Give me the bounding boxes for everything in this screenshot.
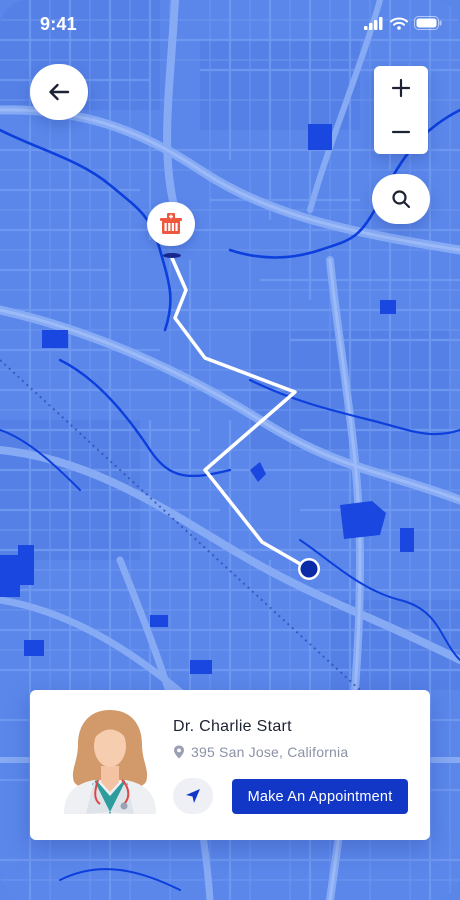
status-icons	[364, 16, 442, 30]
back-button[interactable]	[30, 64, 88, 120]
battery-icon	[414, 16, 442, 30]
location-pin-icon	[174, 745, 184, 759]
doctor-avatar	[64, 710, 156, 814]
zoom-in-button[interactable]	[374, 66, 428, 110]
zoom-out-button[interactable]	[374, 110, 428, 154]
search-icon	[392, 190, 411, 209]
hospital-marker-shadow	[163, 253, 181, 258]
app-screen: 9:41 Dr. Charlie Start 395 San Jose, Cal…	[0, 0, 460, 900]
navigation-arrow-icon	[186, 789, 200, 803]
minus-icon	[391, 130, 411, 134]
search-button[interactable]	[372, 174, 430, 224]
navigate-button[interactable]	[173, 778, 213, 814]
hospital-marker[interactable]	[147, 202, 195, 246]
status-time: 9:41	[40, 14, 77, 34]
doctor-card[interactable]: Dr. Charlie Start 395 San Jose, Californ…	[30, 690, 430, 840]
plus-icon	[391, 78, 411, 98]
doctor-address: 395 San Jose, California	[173, 744, 348, 760]
destination-marker[interactable]	[300, 560, 318, 578]
status-bar: 9:41	[0, 0, 460, 46]
signal-icon	[364, 16, 383, 30]
arrow-left-icon	[49, 83, 70, 101]
doctor-name: Dr. Charlie Start	[173, 718, 292, 735]
zoom-controls	[374, 66, 428, 154]
doctor-address-text: 395 San Jose, California	[191, 744, 349, 760]
hospital-icon	[160, 213, 182, 234]
wifi-icon	[390, 17, 408, 30]
make-appointment-button[interactable]: Make An Appointment	[232, 779, 408, 814]
